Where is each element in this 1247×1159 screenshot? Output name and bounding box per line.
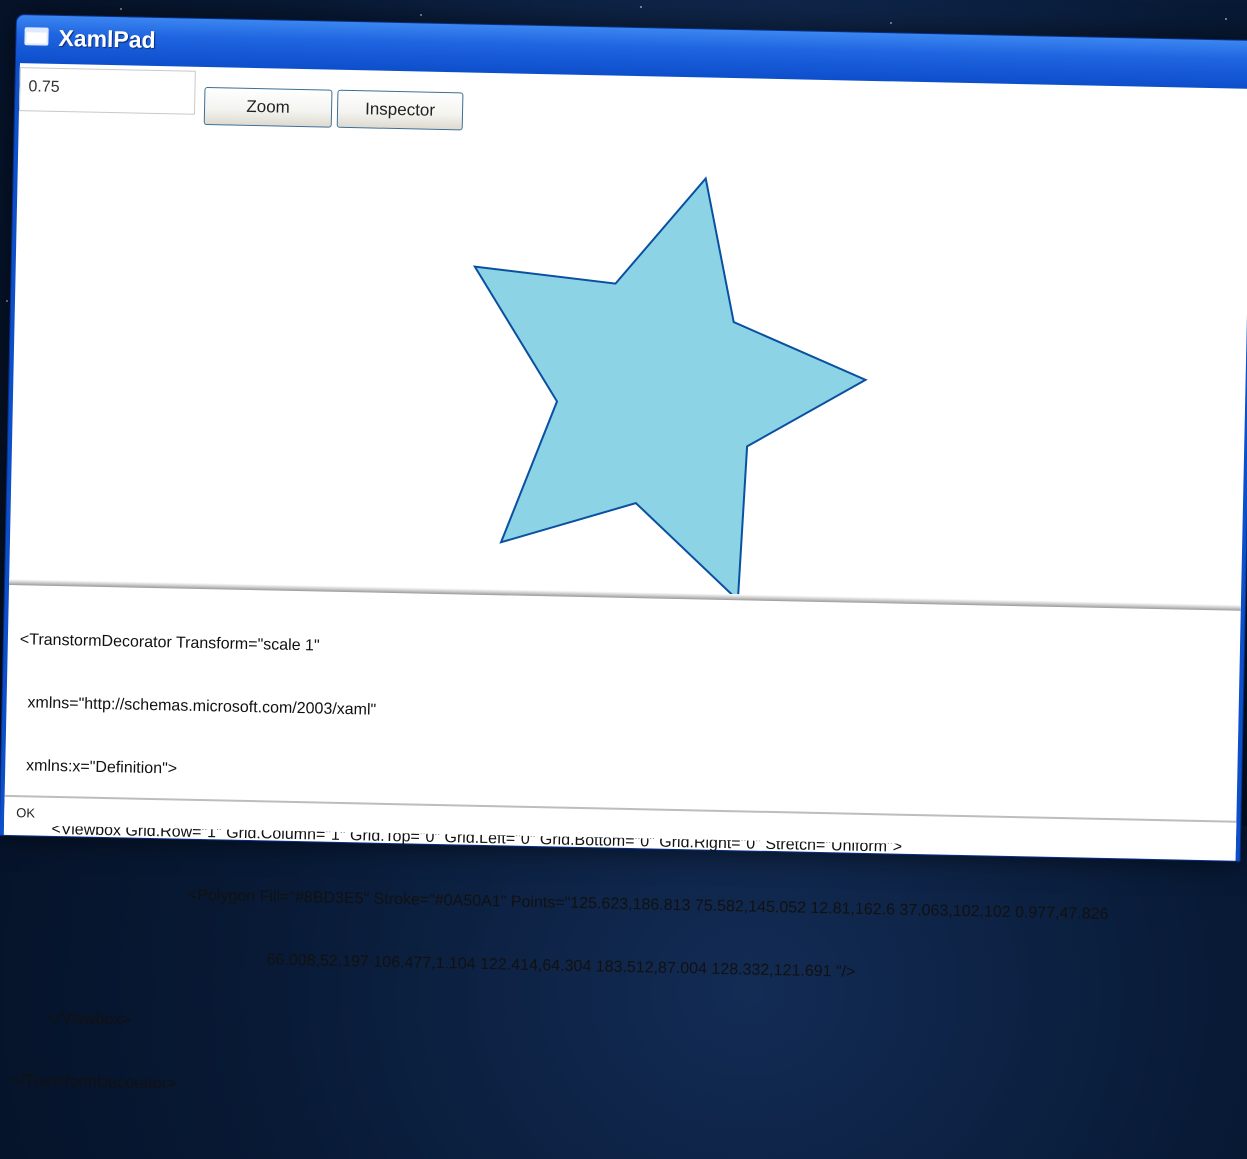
code-line: <TranstormDecorator Transform="scale 1" xyxy=(20,629,1240,676)
code-line: 66.008,52.197 106.477,1.104 122.414,64.3… xyxy=(13,944,1233,991)
zoom-input[interactable]: 0.75 xyxy=(19,67,196,115)
xaml-render-canvas xyxy=(9,127,1247,605)
star-polygon xyxy=(468,174,870,603)
code-line: <Polygon Fill="#8BD3E5" Stroke="#0A50A1"… xyxy=(14,881,1234,928)
window-app-icon xyxy=(24,27,48,45)
inspector-button[interactable]: Inspector xyxy=(337,90,464,131)
zoom-button[interactable]: Zoom xyxy=(204,87,333,128)
code-line: </Viewbox> xyxy=(12,1007,1232,1054)
client-area: 0.75 Zoom Inspector <TranstormDecorator … xyxy=(4,63,1247,861)
window-title: XamlPad xyxy=(58,25,156,54)
code-line: xmlns="http://schemas.microsoft.com/2003… xyxy=(18,692,1238,739)
status-text: OK xyxy=(16,805,35,820)
render-svg xyxy=(9,127,1247,605)
xaml-code-editor[interactable]: <TranstormDecorator Transform="scale 1" … xyxy=(5,585,1241,811)
code-line: </TransformDecorator> xyxy=(10,1070,1230,1117)
xamlpad-window: XamlPad ✕ 0.75 Zoom Inspector <Transtorm… xyxy=(0,14,1247,862)
code-line: xmlns:x="Definition"> xyxy=(17,755,1237,802)
